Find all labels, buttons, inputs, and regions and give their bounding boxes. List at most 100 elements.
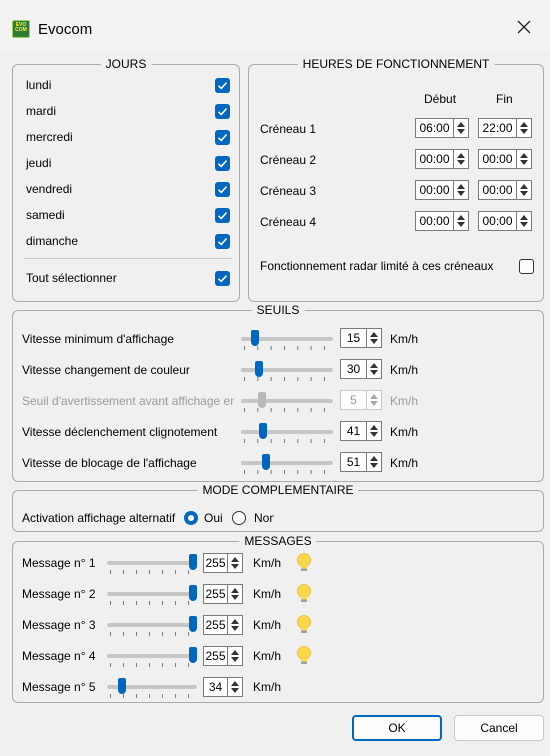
spin-down-icon[interactable]	[231, 688, 239, 693]
message-spin-4[interactable]: 255	[203, 646, 243, 666]
slot-3-start-arrows[interactable]	[453, 181, 468, 199]
spin-up-icon[interactable]	[231, 650, 239, 655]
message-spin-3-arrows[interactable]	[227, 616, 242, 634]
slider-thumb[interactable]	[189, 554, 197, 570]
slider-thumb[interactable]	[189, 647, 197, 663]
spin-down-icon[interactable]	[457, 222, 465, 227]
seuil-spin-4[interactable]: 51	[340, 452, 382, 472]
spin-up-icon[interactable]	[520, 184, 528, 189]
message-spin-5[interactable]: 34	[203, 677, 243, 697]
lightbulb-icon[interactable]	[296, 553, 312, 573]
slider-thumb[interactable]	[189, 616, 197, 632]
message-spin-4-arrows[interactable]	[227, 647, 242, 665]
message-spin-1-arrows[interactable]	[227, 554, 242, 572]
radio-oui[interactable]	[184, 511, 198, 525]
spin-up-icon[interactable]	[520, 122, 528, 127]
spin-down-icon[interactable]	[457, 160, 465, 165]
spin-down-icon[interactable]	[520, 191, 528, 196]
slot-4-start-arrows[interactable]	[453, 212, 468, 230]
spin-up-icon[interactable]	[231, 588, 239, 593]
seuil-spin-3[interactable]: 41	[340, 421, 382, 441]
slider-thumb[interactable]	[262, 454, 270, 470]
spin-down-icon[interactable]	[231, 595, 239, 600]
lightbulb-icon[interactable]	[296, 584, 312, 604]
seuil-spin-4-arrows[interactable]	[366, 453, 381, 471]
spin-up-icon[interactable]	[520, 215, 528, 220]
slider-thumb[interactable]	[189, 585, 197, 601]
seuil-spin-0[interactable]: 15	[340, 328, 382, 348]
spin-up-icon[interactable]	[370, 425, 378, 430]
message-spin-5-arrows[interactable]	[227, 678, 242, 696]
spin-up-icon[interactable]	[370, 456, 378, 461]
slot-1-start-arrows[interactable]	[453, 119, 468, 137]
message-spin-2[interactable]: 255	[203, 584, 243, 604]
select-all-checkbox[interactable]	[215, 271, 230, 286]
limit-checkbox[interactable]	[519, 259, 534, 274]
spin-up-icon[interactable]	[457, 153, 465, 158]
slider-thumb[interactable]	[251, 330, 260, 346]
spin-down-icon[interactable]	[520, 222, 528, 227]
message-slider-4[interactable]	[107, 647, 197, 669]
slider-thumb[interactable]	[255, 361, 264, 377]
day-checkbox-5[interactable]	[215, 208, 230, 223]
radio-non[interactable]	[232, 511, 246, 525]
spin-up-icon[interactable]	[370, 332, 378, 337]
slot-3-end[interactable]: 00:00	[478, 180, 532, 200]
slot-2-end-arrows[interactable]	[516, 150, 531, 168]
spin-up-icon[interactable]	[231, 619, 239, 624]
spin-down-icon[interactable]	[520, 160, 528, 165]
slot-2-start[interactable]: 00:00	[415, 149, 469, 169]
message-slider-3[interactable]	[107, 616, 197, 638]
close-icon[interactable]	[512, 15, 536, 39]
slot-2-end[interactable]: 00:00	[478, 149, 532, 169]
spin-down-icon[interactable]	[520, 129, 528, 134]
spin-up-icon[interactable]	[457, 215, 465, 220]
day-checkbox-0[interactable]	[215, 78, 230, 93]
spin-down-icon[interactable]	[370, 339, 378, 344]
spin-down-icon[interactable]	[370, 463, 378, 468]
seuil-spin-1-arrows[interactable]	[366, 360, 381, 378]
spin-up-icon[interactable]	[457, 184, 465, 189]
seuil-slider-0[interactable]	[241, 330, 333, 352]
slider-thumb[interactable]	[259, 423, 268, 439]
spin-down-icon[interactable]	[231, 657, 239, 662]
slot-3-end-arrows[interactable]	[516, 181, 531, 199]
seuil-spin-1[interactable]: 30	[340, 359, 382, 379]
spin-down-icon[interactable]	[457, 129, 465, 134]
slot-4-start[interactable]: 00:00	[415, 211, 469, 231]
seuil-spin-0-arrows[interactable]	[366, 329, 381, 347]
slot-4-end[interactable]: 00:00	[478, 211, 532, 231]
day-checkbox-3[interactable]	[215, 156, 230, 171]
slider-thumb[interactable]	[117, 678, 126, 694]
spin-up-icon[interactable]	[231, 557, 239, 562]
slot-4-end-arrows[interactable]	[516, 212, 531, 230]
slot-2-start-arrows[interactable]	[453, 150, 468, 168]
slot-1-end-arrows[interactable]	[516, 119, 531, 137]
spin-up-icon[interactable]	[370, 363, 378, 368]
lightbulb-icon[interactable]	[296, 646, 312, 666]
lightbulb-icon[interactable]	[296, 615, 312, 635]
seuil-slider-4[interactable]	[241, 454, 333, 476]
spin-down-icon[interactable]	[370, 432, 378, 437]
message-spin-2-arrows[interactable]	[227, 585, 242, 603]
seuil-slider-3[interactable]	[241, 423, 333, 445]
message-spin-1[interactable]: 255	[203, 553, 243, 573]
spin-down-icon[interactable]	[370, 370, 378, 375]
spin-up-icon[interactable]	[520, 153, 528, 158]
spin-up-icon[interactable]	[231, 681, 239, 686]
seuil-slider-1[interactable]	[241, 361, 333, 383]
spin-up-icon[interactable]	[457, 122, 465, 127]
slot-1-start[interactable]: 06:00	[415, 118, 469, 138]
day-checkbox-1[interactable]	[215, 104, 230, 119]
spin-down-icon[interactable]	[457, 191, 465, 196]
day-checkbox-4[interactable]	[215, 182, 230, 197]
day-checkbox-2[interactable]	[215, 130, 230, 145]
message-spin-3[interactable]: 255	[203, 615, 243, 635]
message-slider-5[interactable]	[107, 678, 197, 700]
day-checkbox-6[interactable]	[215, 234, 230, 249]
seuil-spin-3-arrows[interactable]	[366, 422, 381, 440]
slot-3-start[interactable]: 00:00	[415, 180, 469, 200]
message-slider-2[interactable]	[107, 585, 197, 607]
slot-1-end[interactable]: 22:00	[478, 118, 532, 138]
message-slider-1[interactable]	[107, 554, 197, 576]
